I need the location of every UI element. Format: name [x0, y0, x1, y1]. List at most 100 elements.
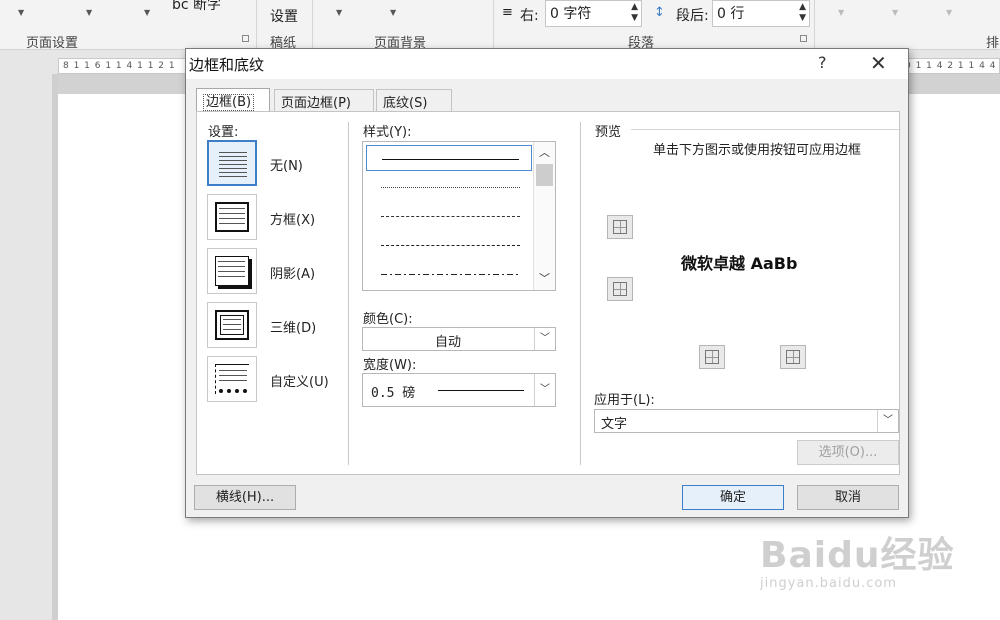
group-divider	[256, 0, 257, 50]
right-border-button[interactable]	[780, 345, 806, 369]
style-option-dotted[interactable]	[366, 174, 532, 200]
spinner-arrows-icon[interactable]: ▲ ▼	[631, 2, 638, 24]
ok-button[interactable]: 确定	[682, 485, 784, 510]
style-option-fine-dash[interactable]	[366, 203, 532, 229]
setting-none-label[interactable]: 无(N)	[270, 155, 303, 174]
tab-borders[interactable]: 边框(B)	[196, 88, 270, 112]
setting-3d-label[interactable]: 三维(D)	[270, 317, 316, 336]
width-value: 0.5 磅	[371, 386, 416, 401]
watermark-logo: Baidu经验	[760, 535, 955, 576]
right-border-icon	[786, 350, 800, 364]
dialog-titlebar[interactable]: 边框和底纹 ? ✕	[186, 49, 908, 79]
indent-right-spinner[interactable]: 0 字符 ▲ ▼	[545, 0, 642, 27]
settings-label: 设置:	[208, 125, 239, 140]
setting-shadow[interactable]	[207, 248, 257, 294]
group-label-page-setup: 页面设置	[26, 36, 79, 51]
indent-right-value[interactable]: 0 字符	[550, 6, 591, 22]
top-border-icon	[613, 220, 627, 234]
color-label: 颜色(C):	[363, 312, 413, 327]
tab-page-border[interactable]: 页面边框(P)	[274, 89, 374, 111]
width-label: 宽度(W):	[363, 358, 417, 373]
spinner-arrows-icon[interactable]: ▲ ▼	[799, 2, 806, 24]
border-custom-icon	[215, 364, 249, 394]
close-button[interactable]: ✕	[870, 51, 887, 75]
apply-to-label: 应用于(L):	[594, 393, 655, 408]
column-divider	[580, 122, 581, 465]
cancel-button[interactable]: 取消	[797, 485, 899, 510]
style-option-dash[interactable]	[366, 232, 532, 258]
watermark-url: jingyan.baidu.com	[760, 576, 897, 591]
left-border-button[interactable]	[699, 345, 725, 369]
apply-to-value: 文字	[601, 417, 628, 432]
dropdown-arrow-icon[interactable]: ▼	[336, 8, 342, 17]
spacing-after-icon: ↕	[654, 5, 665, 20]
preview-rule	[631, 129, 901, 130]
tab-shading[interactable]: 底纹(S)	[376, 89, 452, 111]
style-option-dash-dot[interactable]	[366, 261, 532, 287]
manuscript-settings-button[interactable]: 设置	[270, 6, 298, 26]
group-divider	[312, 0, 313, 50]
setting-custom[interactable]	[207, 356, 257, 402]
group-label-arrange: 排	[986, 36, 1000, 51]
border-shadow-icon	[215, 256, 249, 286]
setting-3d[interactable]	[207, 302, 257, 348]
chevron-down-icon[interactable]: ﹀	[534, 328, 555, 350]
dropdown-arrow-icon[interactable]: ▼	[838, 8, 844, 17]
color-dropdown[interactable]: 自动 ﹀	[362, 327, 556, 351]
top-border-button[interactable]	[607, 215, 633, 239]
tab-page-border-label[interactable]: 页面边框(P)	[281, 96, 351, 111]
width-dropdown[interactable]: 0.5 磅 ﹀	[362, 373, 556, 407]
watermark: Baidu经验 jingyan.baidu.com	[760, 526, 954, 591]
ruler-right-ticks: 0 1 1 4 2 1 1 4 4 1	[905, 61, 1000, 71]
hyphenation-button[interactable]: bc 断字	[172, 0, 221, 14]
chevron-down-icon[interactable]: ﹀	[877, 410, 898, 432]
preview-sample-text: 微软卓越 AaBb	[681, 254, 798, 273]
ruler-left-ticks: 8 1 1 6 1 1 4 1 1 2 1	[63, 61, 176, 71]
style-option-solid[interactable]	[366, 145, 532, 171]
style-label: 样式(Y):	[363, 125, 412, 140]
horizontal-line-button[interactable]: 横线(H)...	[194, 485, 296, 510]
width-sample-line	[438, 390, 524, 391]
preview-hint: 单击下方图示或使用按钮可应用边框	[652, 143, 861, 158]
setting-custom-label[interactable]: 自定义(U)	[270, 371, 329, 390]
group-divider	[493, 0, 494, 50]
dropdown-arrow-icon[interactable]: ▼	[86, 8, 92, 17]
inside-border-icon	[613, 282, 627, 296]
spacing-after-spinner[interactable]: 0 行 ▲ ▼	[712, 0, 810, 27]
indent-right-label: 右:	[520, 8, 539, 24]
help-button[interactable]: ?	[818, 53, 827, 72]
setting-shadow-label[interactable]: 阴影(A)	[270, 263, 315, 282]
dropdown-arrow-icon[interactable]: ▼	[390, 8, 396, 17]
spacing-after-label: 段后:	[676, 8, 709, 24]
dialog-launcher-icon[interactable]	[242, 35, 249, 42]
tab-borders-label[interactable]: 边框(B)	[203, 94, 255, 111]
dropdown-arrow-icon[interactable]: ▼	[144, 8, 150, 17]
preview-label: 预览	[595, 125, 622, 140]
border-3d-icon	[215, 310, 249, 340]
middle-border-button[interactable]	[607, 277, 633, 301]
setting-box[interactable]	[207, 194, 257, 240]
scroll-down-icon[interactable]: ﹀	[534, 270, 555, 288]
group-divider	[814, 0, 815, 50]
scroll-thumb[interactable]	[536, 164, 553, 186]
options-button[interactable]: 选项(O)...	[797, 440, 899, 465]
dropdown-arrow-icon[interactable]: ▼	[892, 8, 898, 17]
spacing-after-value[interactable]: 0 行	[717, 6, 744, 22]
color-value: 自动	[435, 335, 462, 350]
border-box-icon	[215, 202, 249, 232]
style-scrollbar[interactable]: ︿ ﹀	[533, 142, 555, 290]
setting-none[interactable]	[207, 140, 257, 186]
setting-box-label[interactable]: 方框(X)	[270, 209, 315, 228]
dropdown-arrow-icon[interactable]: ▼	[18, 8, 24, 17]
left-border-icon	[705, 350, 719, 364]
tab-shading-label[interactable]: 底纹(S)	[383, 96, 427, 111]
chevron-down-icon[interactable]: ﹀	[534, 374, 555, 406]
apply-to-dropdown[interactable]: 文字 ﹀	[594, 409, 899, 433]
dialog-launcher-icon[interactable]	[800, 35, 807, 42]
borders-shading-dialog: 边框和底纹 ? ✕ 边框(B) 页面边框(P) 底纹(S) 设置: 无(N) 方…	[185, 48, 909, 518]
dropdown-arrow-icon[interactable]: ▼	[946, 8, 952, 17]
borders-panel: 设置: 无(N) 方框(X) 阴影(A) 三维(D) 自定义(U) 样式(Y):…	[196, 111, 901, 475]
style-listbox[interactable]: ︿ ﹀	[362, 141, 556, 291]
scroll-up-icon[interactable]: ︿	[534, 144, 555, 162]
indent-right-icon: ≡	[502, 5, 513, 20]
